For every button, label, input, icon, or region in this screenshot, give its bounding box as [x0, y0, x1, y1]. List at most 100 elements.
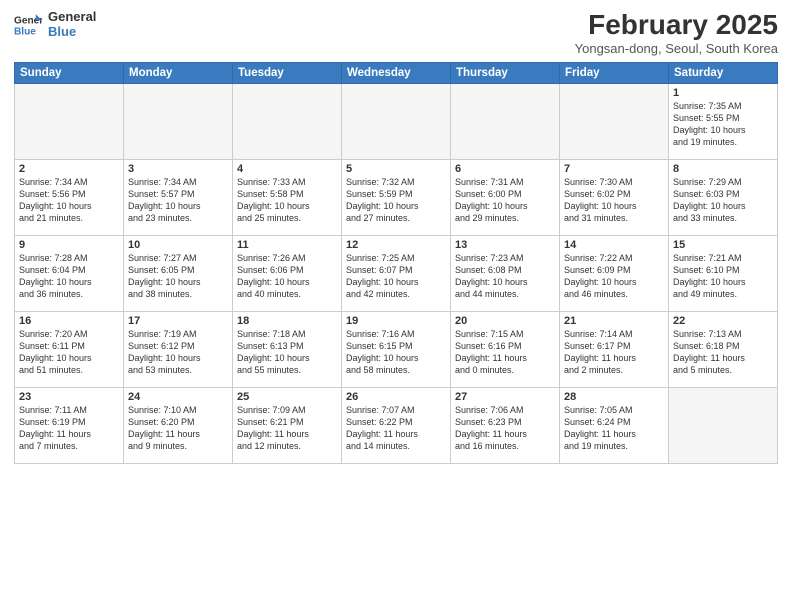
day-info: Sunrise: 7:07 AM Sunset: 6:22 PM Dayligh… [346, 404, 446, 453]
day-cell [669, 387, 778, 463]
day-cell: 17Sunrise: 7:19 AM Sunset: 6:12 PM Dayli… [124, 311, 233, 387]
day-info: Sunrise: 7:26 AM Sunset: 6:06 PM Dayligh… [237, 252, 337, 301]
week-row-4: 16Sunrise: 7:20 AM Sunset: 6:11 PM Dayli… [15, 311, 778, 387]
title-block: February 2025 Yongsan-dong, Seoul, South… [575, 10, 778, 56]
day-info: Sunrise: 7:21 AM Sunset: 6:10 PM Dayligh… [673, 252, 773, 301]
day-cell [560, 83, 669, 159]
day-cell: 6Sunrise: 7:31 AM Sunset: 6:00 PM Daylig… [451, 159, 560, 235]
day-number: 2 [19, 163, 119, 175]
day-number: 25 [237, 391, 337, 403]
day-info: Sunrise: 7:19 AM Sunset: 6:12 PM Dayligh… [128, 328, 228, 377]
day-info: Sunrise: 7:11 AM Sunset: 6:19 PM Dayligh… [19, 404, 119, 453]
day-number: 17 [128, 315, 228, 327]
weekday-wednesday: Wednesday [342, 62, 451, 83]
day-info: Sunrise: 7:33 AM Sunset: 5:58 PM Dayligh… [237, 176, 337, 225]
day-info: Sunrise: 7:34 AM Sunset: 5:57 PM Dayligh… [128, 176, 228, 225]
day-info: Sunrise: 7:18 AM Sunset: 6:13 PM Dayligh… [237, 328, 337, 377]
weekday-monday: Monday [124, 62, 233, 83]
day-cell [342, 83, 451, 159]
svg-text:Blue: Blue [14, 26, 36, 37]
day-info: Sunrise: 7:29 AM Sunset: 6:03 PM Dayligh… [673, 176, 773, 225]
day-info: Sunrise: 7:34 AM Sunset: 5:56 PM Dayligh… [19, 176, 119, 225]
day-number: 26 [346, 391, 446, 403]
day-info: Sunrise: 7:35 AM Sunset: 5:55 PM Dayligh… [673, 100, 773, 149]
day-number: 18 [237, 315, 337, 327]
day-number: 21 [564, 315, 664, 327]
calendar-table: SundayMondayTuesdayWednesdayThursdayFrid… [14, 62, 778, 464]
page: General Blue General Blue February 2025 … [0, 0, 792, 612]
day-info: Sunrise: 7:22 AM Sunset: 6:09 PM Dayligh… [564, 252, 664, 301]
day-number: 1 [673, 87, 773, 99]
day-cell: 28Sunrise: 7:05 AM Sunset: 6:24 PM Dayli… [560, 387, 669, 463]
day-number: 16 [19, 315, 119, 327]
day-info: Sunrise: 7:25 AM Sunset: 6:07 PM Dayligh… [346, 252, 446, 301]
day-number: 9 [19, 239, 119, 251]
day-number: 15 [673, 239, 773, 251]
day-number: 5 [346, 163, 446, 175]
day-number: 3 [128, 163, 228, 175]
day-cell: 8Sunrise: 7:29 AM Sunset: 6:03 PM Daylig… [669, 159, 778, 235]
day-number: 6 [455, 163, 555, 175]
logo-general: General [48, 10, 96, 25]
day-cell: 4Sunrise: 7:33 AM Sunset: 5:58 PM Daylig… [233, 159, 342, 235]
day-number: 14 [564, 239, 664, 251]
day-info: Sunrise: 7:16 AM Sunset: 6:15 PM Dayligh… [346, 328, 446, 377]
day-cell: 7Sunrise: 7:30 AM Sunset: 6:02 PM Daylig… [560, 159, 669, 235]
day-cell [124, 83, 233, 159]
day-info: Sunrise: 7:23 AM Sunset: 6:08 PM Dayligh… [455, 252, 555, 301]
day-cell: 20Sunrise: 7:15 AM Sunset: 6:16 PM Dayli… [451, 311, 560, 387]
day-number: 24 [128, 391, 228, 403]
day-number: 28 [564, 391, 664, 403]
day-cell [451, 83, 560, 159]
day-cell: 2Sunrise: 7:34 AM Sunset: 5:56 PM Daylig… [15, 159, 124, 235]
day-cell: 18Sunrise: 7:18 AM Sunset: 6:13 PM Dayli… [233, 311, 342, 387]
day-info: Sunrise: 7:15 AM Sunset: 6:16 PM Dayligh… [455, 328, 555, 377]
day-cell: 23Sunrise: 7:11 AM Sunset: 6:19 PM Dayli… [15, 387, 124, 463]
day-info: Sunrise: 7:28 AM Sunset: 6:04 PM Dayligh… [19, 252, 119, 301]
day-cell: 24Sunrise: 7:10 AM Sunset: 6:20 PM Dayli… [124, 387, 233, 463]
day-number: 8 [673, 163, 773, 175]
weekday-thursday: Thursday [451, 62, 560, 83]
day-cell: 5Sunrise: 7:32 AM Sunset: 5:59 PM Daylig… [342, 159, 451, 235]
day-cell: 13Sunrise: 7:23 AM Sunset: 6:08 PM Dayli… [451, 235, 560, 311]
day-cell: 16Sunrise: 7:20 AM Sunset: 6:11 PM Dayli… [15, 311, 124, 387]
day-info: Sunrise: 7:10 AM Sunset: 6:20 PM Dayligh… [128, 404, 228, 453]
month-title: February 2025 [575, 10, 778, 41]
week-row-5: 23Sunrise: 7:11 AM Sunset: 6:19 PM Dayli… [15, 387, 778, 463]
day-cell: 26Sunrise: 7:07 AM Sunset: 6:22 PM Dayli… [342, 387, 451, 463]
day-info: Sunrise: 7:06 AM Sunset: 6:23 PM Dayligh… [455, 404, 555, 453]
day-cell: 3Sunrise: 7:34 AM Sunset: 5:57 PM Daylig… [124, 159, 233, 235]
day-cell: 22Sunrise: 7:13 AM Sunset: 6:18 PM Dayli… [669, 311, 778, 387]
weekday-friday: Friday [560, 62, 669, 83]
day-number: 10 [128, 239, 228, 251]
day-cell: 9Sunrise: 7:28 AM Sunset: 6:04 PM Daylig… [15, 235, 124, 311]
weekday-sunday: Sunday [15, 62, 124, 83]
day-cell: 11Sunrise: 7:26 AM Sunset: 6:06 PM Dayli… [233, 235, 342, 311]
day-info: Sunrise: 7:09 AM Sunset: 6:21 PM Dayligh… [237, 404, 337, 453]
day-number: 27 [455, 391, 555, 403]
day-number: 22 [673, 315, 773, 327]
day-info: Sunrise: 7:14 AM Sunset: 6:17 PM Dayligh… [564, 328, 664, 377]
week-row-3: 9Sunrise: 7:28 AM Sunset: 6:04 PM Daylig… [15, 235, 778, 311]
day-cell [233, 83, 342, 159]
weekday-tuesday: Tuesday [233, 62, 342, 83]
day-number: 12 [346, 239, 446, 251]
day-info: Sunrise: 7:27 AM Sunset: 6:05 PM Dayligh… [128, 252, 228, 301]
location: Yongsan-dong, Seoul, South Korea [575, 41, 778, 56]
logo-icon: General Blue [14, 11, 42, 39]
day-info: Sunrise: 7:20 AM Sunset: 6:11 PM Dayligh… [19, 328, 119, 377]
weekday-saturday: Saturday [669, 62, 778, 83]
day-info: Sunrise: 7:32 AM Sunset: 5:59 PM Dayligh… [346, 176, 446, 225]
week-row-2: 2Sunrise: 7:34 AM Sunset: 5:56 PM Daylig… [15, 159, 778, 235]
weekday-header-row: SundayMondayTuesdayWednesdayThursdayFrid… [15, 62, 778, 83]
day-cell [15, 83, 124, 159]
day-number: 23 [19, 391, 119, 403]
day-number: 19 [346, 315, 446, 327]
header: General Blue General Blue February 2025 … [14, 10, 778, 56]
day-cell: 19Sunrise: 7:16 AM Sunset: 6:15 PM Dayli… [342, 311, 451, 387]
week-row-1: 1Sunrise: 7:35 AM Sunset: 5:55 PM Daylig… [15, 83, 778, 159]
day-info: Sunrise: 7:31 AM Sunset: 6:00 PM Dayligh… [455, 176, 555, 225]
day-cell: 1Sunrise: 7:35 AM Sunset: 5:55 PM Daylig… [669, 83, 778, 159]
logo: General Blue General Blue [14, 10, 96, 40]
day-number: 4 [237, 163, 337, 175]
